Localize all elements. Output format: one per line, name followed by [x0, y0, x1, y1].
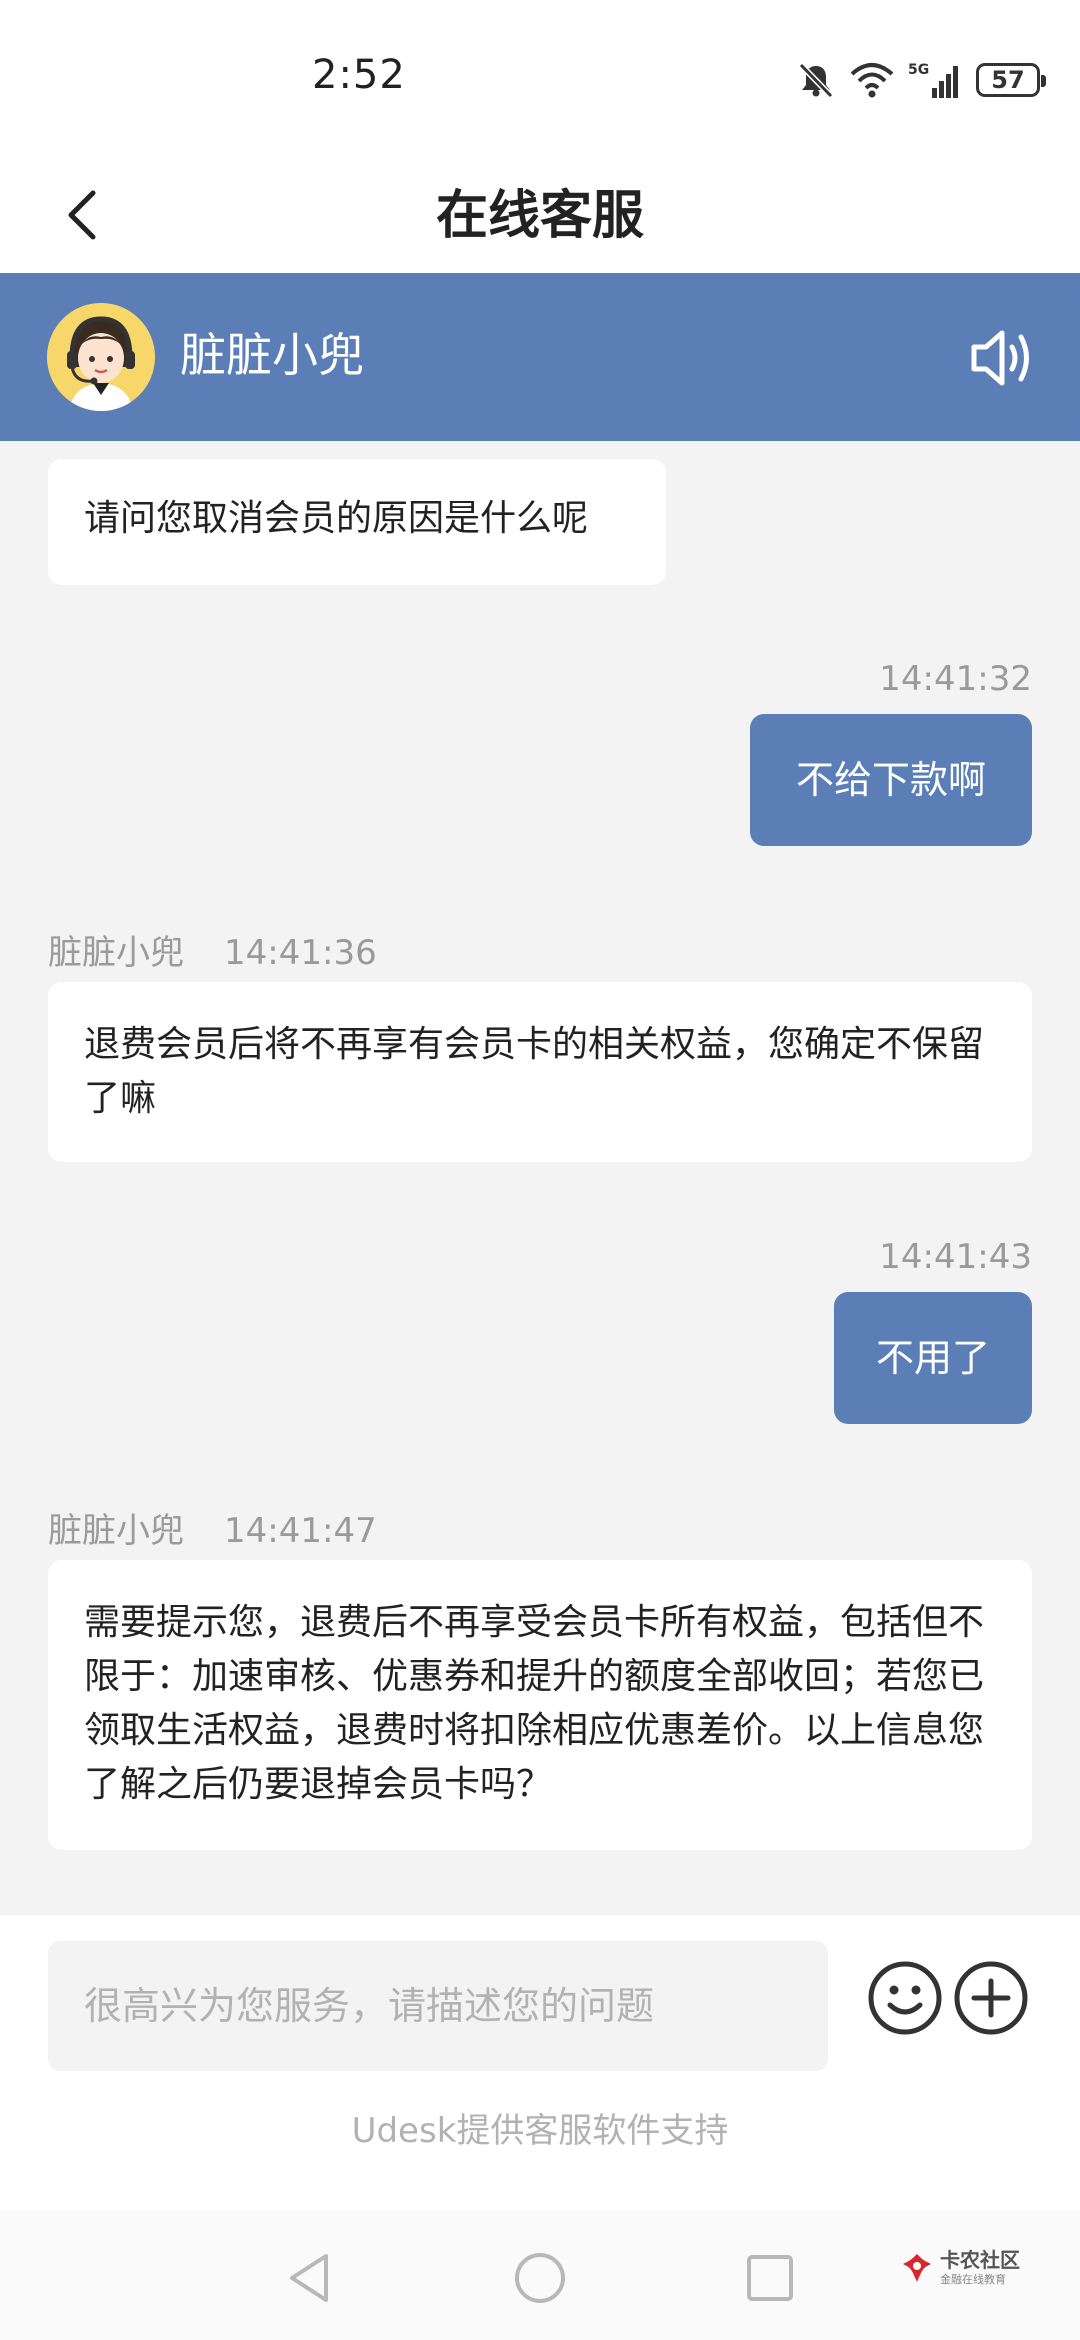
agent-sender-line: 脏脏小兜 14:41:36 — [48, 925, 377, 974]
status-icons: 5G 57 — [796, 56, 1046, 104]
smiley-icon — [868, 1961, 942, 2035]
speaker-icon — [971, 330, 1029, 386]
agent-sender-line: 脏脏小兜 14:41:47 — [48, 1503, 377, 1552]
user-message-bubble: 不给下款啊 — [750, 714, 1032, 846]
kanong-logo-icon — [903, 2253, 931, 2282]
message-input[interactable] — [48, 1941, 828, 2071]
message-text: 不用了 — [875, 1336, 990, 1380]
message-timestamp: 14:41:36 — [224, 933, 377, 973]
message-text: 退费会员后将不再享有会员卡的相关权益，您确定不保留了嘛 — [84, 1024, 985, 1119]
wifi-icon — [850, 63, 894, 98]
watermark-sub: 金融在线教育 — [940, 2273, 1006, 2286]
agent-bar: 脏脏小兜 — [0, 273, 1080, 441]
nav-recents-button[interactable] — [740, 2248, 800, 2308]
nav-back-button[interactable] — [280, 2248, 340, 2308]
battery-level: 57 — [991, 66, 1025, 94]
agent-message-bubble: 需要提示您，退费后不再享受会员卡所有权益，包括但不限于：加速审核、优惠券和提升的… — [48, 1560, 1032, 1850]
svg-text:5G: 5G — [908, 62, 929, 78]
message-timestamp: 14:41:43 — [879, 1237, 1032, 1277]
message-timestamp: 14:41:47 — [224, 1511, 377, 1551]
support-agent-icon — [47, 303, 155, 411]
emoji-button[interactable] — [866, 1959, 944, 2037]
signal-5g-icon: 5G — [908, 62, 958, 98]
user-message-bubble: 不用了 — [834, 1292, 1032, 1424]
agent-message-bubble: 退费会员后将不再享有会员卡的相关权益，您确定不保留了嘛 — [48, 982, 1032, 1162]
square-recents-icon — [747, 2255, 793, 2301]
message-text: 请问您取消会员的原因是什么呢 — [84, 498, 589, 539]
more-options-button[interactable] — [952, 1959, 1030, 2037]
circle-home-icon — [515, 2253, 565, 2303]
agent-name: 脏脏小兜 — [180, 328, 364, 382]
battery-indicator: 57 — [976, 63, 1046, 97]
nav-home-button[interactable] — [510, 2248, 570, 2308]
chat-area[interactable]: 请问您取消会员的原因是什么呢 14:41:32 不给下款啊 脏脏小兜 14:41:… — [0, 441, 1080, 1915]
message-text: 需要提示您，退费后不再享受会员卡所有权益，包括但不限于：加速审核、优惠券和提升的… — [84, 1602, 985, 1805]
app-header: 在线客服 — [0, 160, 1080, 273]
input-area: Udesk提供客服软件支持 — [0, 1915, 1080, 2210]
watermark-main: 卡农社区 — [940, 2248, 1020, 2272]
system-nav-bar: 卡农社区 金融在线教育 — [0, 2210, 1080, 2340]
sound-toggle-button[interactable] — [966, 323, 1036, 393]
status-time: 2:52 — [312, 52, 406, 98]
sender-name: 脏脏小兜 — [48, 1511, 184, 1551]
watermark: 卡农社区 金融在线教育 — [900, 2250, 1020, 2285]
mute-icon — [798, 62, 834, 99]
agent-avatar — [47, 303, 155, 411]
triangle-back-icon — [290, 2254, 328, 2302]
agent-message-bubble: 请问您取消会员的原因是什么呢 — [48, 459, 666, 585]
sender-name: 脏脏小兜 — [48, 933, 184, 973]
message-timestamp: 14:41:32 — [879, 659, 1032, 699]
message-text: 不给下款啊 — [795, 758, 986, 802]
status-bar: 2:52 5G 57 — [0, 0, 1080, 160]
page-title: 在线客服 — [435, 186, 644, 246]
powered-by-text: Udesk提供客服软件支持 — [351, 2111, 729, 2151]
plus-circle-icon — [954, 1961, 1028, 2035]
